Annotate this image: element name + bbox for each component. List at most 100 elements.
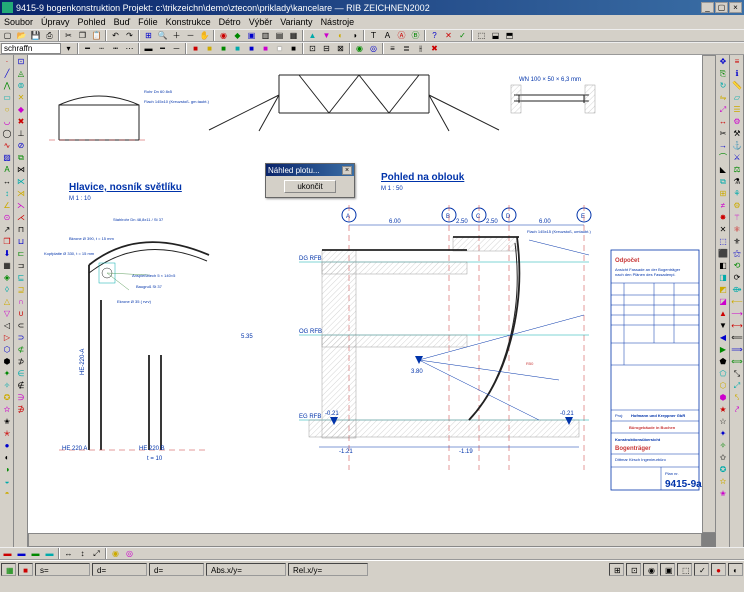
tool-icon[interactable]: ◓	[1, 488, 13, 499]
spline-icon[interactable]: ∿	[1, 140, 13, 151]
tool-icon[interactable]: ◉	[353, 43, 366, 54]
status-icon[interactable]: ⊞	[609, 563, 624, 576]
tool-icon[interactable]: ⊐	[15, 260, 27, 271]
arc-icon[interactable]: ◡	[1, 116, 13, 127]
snap-near-icon[interactable]: ⧉	[15, 152, 27, 163]
linetype-dashdot-icon[interactable]: ┅	[109, 43, 122, 54]
dialog-end-button[interactable]: ukončit	[284, 180, 335, 193]
tool-icon[interactable]: ⚙	[731, 116, 743, 127]
tool-icon[interactable]: ∉	[15, 380, 27, 391]
tool-icon[interactable]: ⬛	[717, 248, 729, 259]
tool-icon[interactable]: ⤤	[731, 404, 743, 415]
menu-view[interactable]: Pohled	[78, 17, 106, 27]
tool-icon[interactable]: ▶	[717, 344, 729, 355]
tool-icon[interactable]: ∩	[15, 296, 27, 307]
layer-combo[interactable]: schraffn	[1, 43, 61, 54]
tool-icon[interactable]: ⟴	[731, 284, 743, 295]
list-icon[interactable]: ☰	[731, 104, 743, 115]
block-icon[interactable]: ❒	[1, 236, 13, 247]
tool-icon[interactable]: ⋋	[15, 200, 27, 211]
tool-icon[interactable]: ◎	[123, 548, 136, 559]
tool-icon[interactable]: ⚔	[731, 152, 743, 163]
color-swatch[interactable]: ■	[203, 43, 216, 54]
ellipse-icon[interactable]: ◯	[1, 128, 13, 139]
tool-icon[interactable]: ✫	[717, 476, 729, 487]
tool-icon[interactable]: ⬓	[489, 30, 502, 41]
tool-icon[interactable]: ▼	[717, 320, 729, 331]
mirror-icon[interactable]: ⇋	[717, 92, 729, 103]
scale-icon[interactable]: ⤢	[717, 104, 729, 115]
tool-icon[interactable]: ⚜	[731, 236, 743, 247]
zoom-window-icon[interactable]: 🔍	[156, 30, 169, 41]
toggle-icon[interactable]: ⊟	[320, 43, 333, 54]
tool-icon[interactable]: ⬒	[503, 30, 516, 41]
tool-icon[interactable]: ▬	[43, 548, 56, 559]
tool-icon[interactable]: ◊	[1, 284, 13, 295]
tool-icon[interactable]: ✧	[1, 380, 13, 391]
tool-icon[interactable]: ▲	[717, 308, 729, 319]
status-icon[interactable]: ◐	[728, 563, 743, 576]
dim-icon[interactable]: ↔	[1, 176, 13, 187]
fillet-icon[interactable]: ⌒	[717, 152, 729, 163]
text-icon[interactable]: A	[1, 164, 13, 175]
move-icon[interactable]: ✥	[717, 56, 729, 67]
tool-icon[interactable]: Ｔ	[367, 30, 380, 41]
tool-icon[interactable]: ◑	[348, 30, 361, 41]
tool-icon[interactable]: ▦	[287, 30, 300, 41]
tool-icon[interactable]: Ａ	[381, 30, 394, 41]
break-icon[interactable]: ≠	[717, 200, 729, 211]
tool-icon[interactable]: ∪	[15, 308, 27, 319]
tool-icon[interactable]: ⬠	[717, 368, 729, 379]
menu-vyber[interactable]: Výběr	[249, 17, 273, 27]
status-icon[interactable]: ▣	[660, 563, 675, 576]
status-icon[interactable]: ✓	[694, 563, 709, 576]
status-icon[interactable]: ▦	[1, 563, 16, 576]
tool-icon[interactable]: ◐	[334, 30, 347, 41]
tool-icon[interactable]: ⋌	[15, 212, 27, 223]
tool-icon[interactable]: ▼	[320, 30, 333, 41]
tool-icon[interactable]: ⟲	[731, 260, 743, 271]
linetype-dash-icon[interactable]: ┄	[95, 43, 108, 54]
tool-icon[interactable]: ⋊	[15, 188, 27, 199]
zoom-out-icon[interactable]: －	[184, 30, 197, 41]
zoom-extents-icon[interactable]: ⊞	[142, 30, 155, 41]
color-swatch[interactable]: ■	[287, 43, 300, 54]
tool-icon[interactable]: ✦	[1, 368, 13, 379]
copy-icon[interactable]: ❐	[76, 30, 89, 41]
line-icon[interactable]: ╱	[1, 68, 13, 79]
tool-icon[interactable]: ▣	[245, 30, 258, 41]
tool-icon[interactable]: ⤢	[731, 380, 743, 391]
close-button[interactable]: ×	[729, 2, 742, 13]
tool-icon[interactable]: ▬	[1, 548, 14, 559]
tool-icon[interactable]: ✭	[1, 428, 13, 439]
tool-icon[interactable]: ⋉	[15, 176, 27, 187]
dim-angle-icon[interactable]: ∠	[1, 200, 13, 211]
tool-icon[interactable]: ✕	[442, 30, 455, 41]
menu-bud[interactable]: Buď	[114, 17, 131, 27]
tool-icon[interactable]: ⟶	[731, 308, 743, 319]
snap-int-icon[interactable]: ✖	[15, 116, 27, 127]
tool-icon[interactable]: ☆	[717, 416, 729, 427]
tool-icon[interactable]: ⋈	[15, 164, 27, 175]
tool-icon[interactable]: ⤣	[731, 392, 743, 403]
explode-icon[interactable]: ✸	[717, 212, 729, 223]
tool-icon[interactable]: ⬚	[717, 236, 729, 247]
tool-icon[interactable]: ⊂	[15, 320, 27, 331]
tool-icon[interactable]: ✦	[717, 428, 729, 439]
tool-icon[interactable]: ∋	[15, 392, 27, 403]
snap-center-icon[interactable]: ⊚	[15, 80, 27, 91]
stretch-icon[interactable]: ↔	[717, 116, 729, 127]
tool-icon[interactable]: ◆	[231, 30, 244, 41]
tool-icon[interactable]: ▬	[29, 548, 42, 559]
tool-icon[interactable]: ≣	[400, 43, 413, 54]
status-icon[interactable]: ■	[18, 563, 33, 576]
save-icon[interactable]: 💾	[29, 30, 42, 41]
tool-icon[interactable]: ◀	[717, 332, 729, 343]
snap-quad-icon[interactable]: ◆	[15, 104, 27, 115]
menu-folie[interactable]: Fólie	[138, 17, 158, 27]
tool-icon[interactable]: ▲	[306, 30, 319, 41]
tool-icon[interactable]: ★	[717, 404, 729, 415]
tool-icon[interactable]: ▬	[15, 548, 28, 559]
tool-icon[interactable]: ▷	[1, 332, 13, 343]
tool-icon[interactable]: ◈	[1, 272, 13, 283]
